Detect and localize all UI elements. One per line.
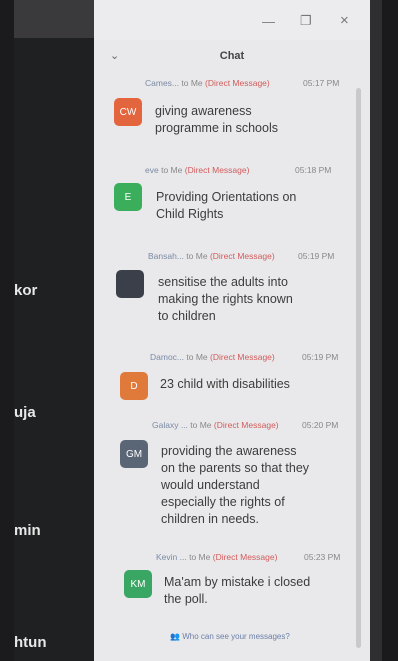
timestamp: 05:17 PM	[303, 78, 340, 88]
message-text: Ma'am by mistake i closed the poll.	[164, 575, 311, 606]
participant-gallery	[14, 38, 94, 661]
message-text: 23 child with disabilities	[160, 377, 290, 391]
left-border	[0, 0, 14, 661]
message-header: Bansah... to Me (Direct Message) 05:19 P…	[148, 251, 334, 261]
privacy-link-label: Who can see your messages?	[182, 632, 290, 641]
sender-name[interactable]: Damoc...	[150, 352, 184, 362]
gallery-top-bar	[14, 0, 94, 38]
minimize-icon[interactable]: —	[262, 14, 275, 29]
right-border-dark	[382, 0, 398, 661]
people-icon: 👥	[170, 632, 180, 641]
dm-tag: (Direct Message)	[205, 78, 270, 88]
timestamp: 05:20 PM	[302, 420, 339, 430]
message-text: providing the awareness on the parents s…	[161, 444, 310, 526]
popout-icon[interactable]: ❐	[300, 13, 312, 29]
message-header: Cames... to Me (Direct Message) 05:17 PM	[145, 78, 339, 88]
message-header: Damoc... to Me (Direct Message) 05:19 PM	[150, 352, 338, 362]
sender-name[interactable]: Cames...	[145, 78, 179, 88]
participant-name[interactable]: uja	[14, 404, 36, 421]
avatar	[116, 270, 144, 298]
window-titlebar	[94, 0, 370, 40]
timestamp: 05:19 PM	[298, 251, 335, 261]
dm-tag: (Direct Message)	[184, 165, 250, 175]
recipient: to Me	[186, 352, 208, 362]
message-text: Providing Orientations on Child Rights	[156, 190, 297, 221]
scrollbar[interactable]	[356, 88, 361, 648]
recipient: to Me	[181, 78, 203, 88]
sender-name[interactable]: Galaxy ...	[152, 420, 188, 430]
participant-name[interactable]: htun	[14, 634, 46, 651]
participant-name[interactable]: min	[14, 522, 41, 539]
dm-tag: (Direct Message)	[213, 420, 279, 430]
avatar: KM	[124, 570, 152, 598]
sender-name[interactable]: eve	[145, 165, 159, 175]
avatar: GM	[120, 440, 148, 468]
timestamp: 05:23 PM	[304, 552, 341, 562]
message-text: sensitise the adults into making the rig…	[158, 275, 293, 323]
sender-name[interactable]: Kevin ...	[156, 552, 187, 562]
message-header: Galaxy ... to Me (Direct Message) 05:20 …	[152, 420, 338, 430]
chat-title: Chat	[219, 50, 245, 62]
message-text: giving awareness programme in schools	[155, 104, 278, 135]
recipient: to Me	[186, 251, 208, 261]
dm-tag: (Direct Message)	[212, 552, 278, 562]
avatar: D	[120, 372, 148, 400]
timestamp: 05:19 PM	[302, 352, 339, 362]
timestamp: 05:18 PM	[295, 165, 332, 175]
recipient: to Me	[189, 552, 211, 562]
participant-name[interactable]: kor	[14, 282, 37, 299]
message-header: Kevin ... to Me (Direct Message) 05:23 P…	[156, 552, 340, 562]
message-header: eve to Me (Direct Message) 05:18 PM	[145, 165, 331, 175]
avatar: CW	[114, 98, 142, 126]
sender-name[interactable]: Bansah...	[148, 251, 184, 261]
avatar: E	[114, 183, 142, 211]
privacy-link[interactable]: 👥 Who can see your messages?	[170, 632, 290, 641]
close-icon[interactable]: ×	[340, 12, 349, 29]
recipient: to Me	[190, 420, 212, 430]
dm-tag: (Direct Message)	[209, 251, 275, 261]
recipient: to Me	[161, 165, 183, 175]
dm-tag: (Direct Message)	[210, 352, 275, 362]
